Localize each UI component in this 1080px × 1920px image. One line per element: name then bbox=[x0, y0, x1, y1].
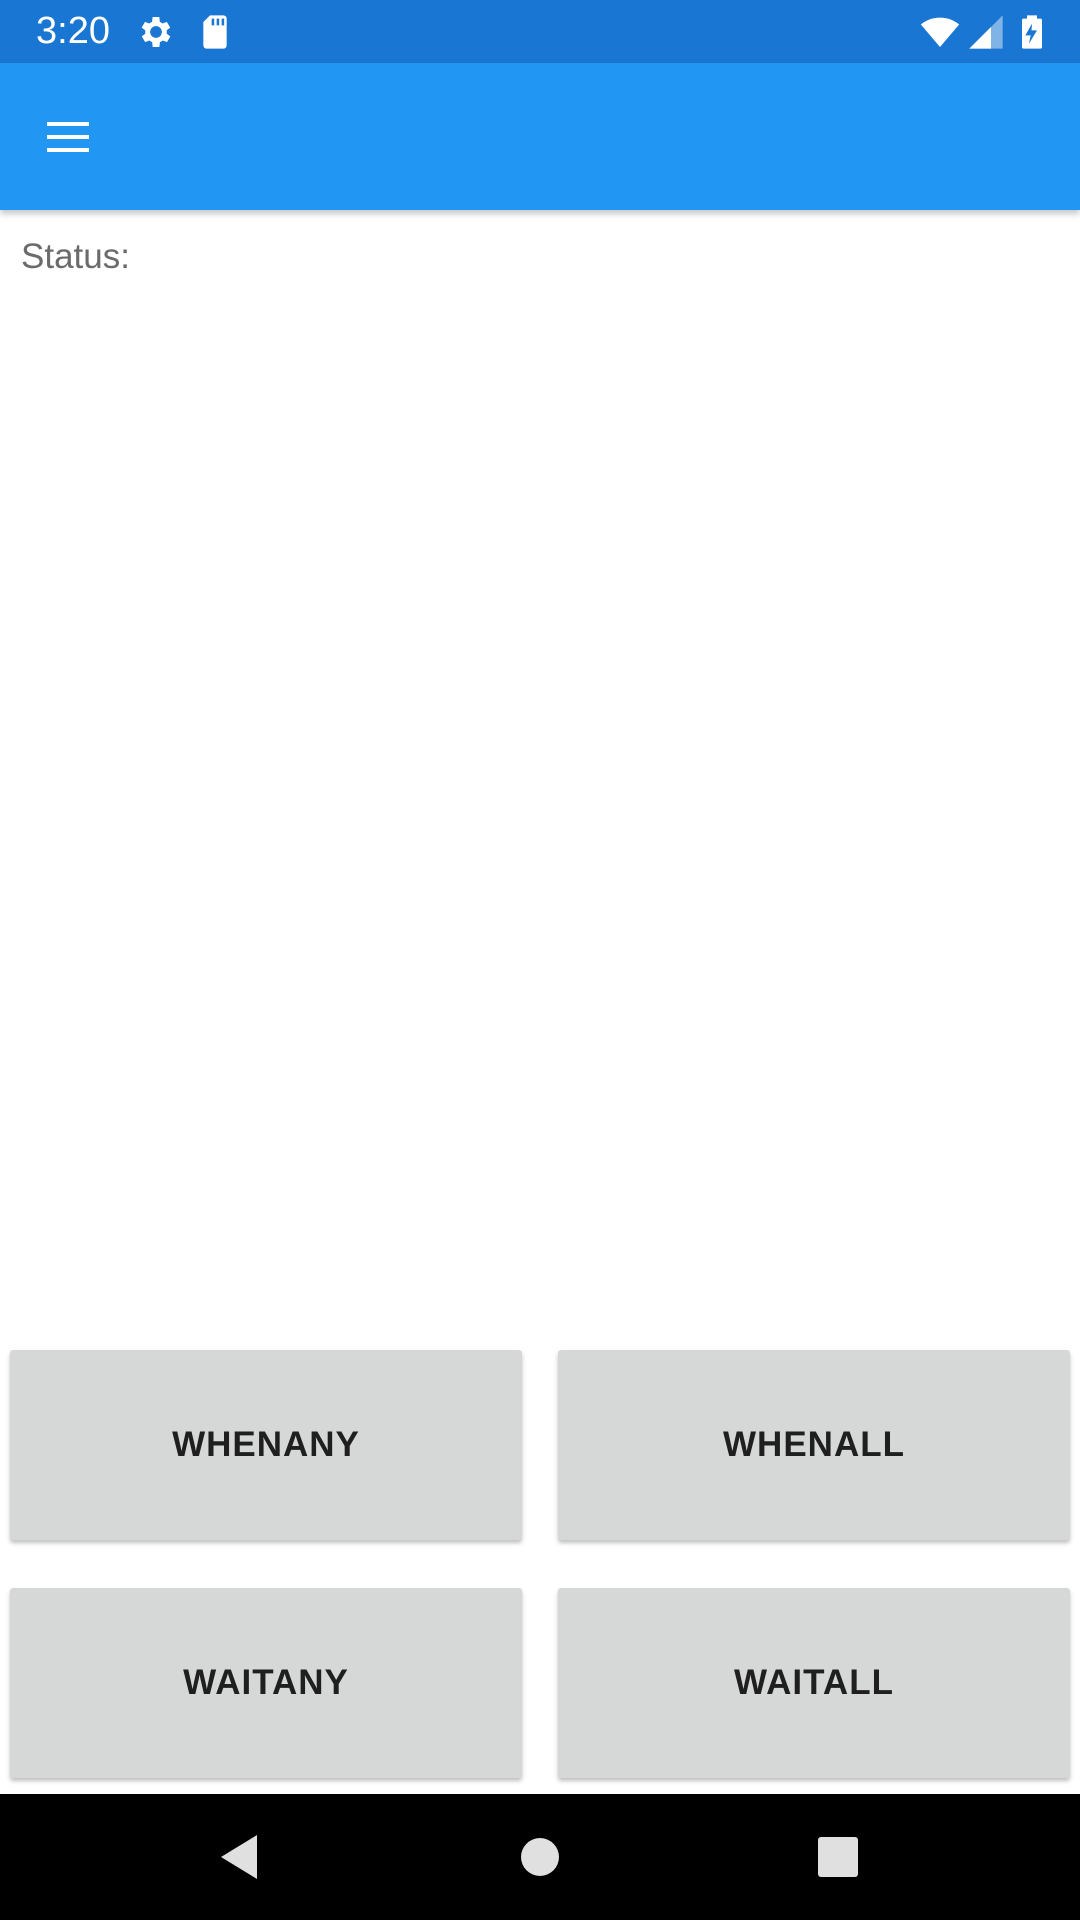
hamburger-menu-icon[interactable] bbox=[38, 107, 98, 167]
whenall-button[interactable]: WHENALL bbox=[558, 1350, 1070, 1540]
recents-icon[interactable] bbox=[808, 1827, 868, 1887]
sd-card-icon bbox=[195, 12, 235, 52]
whenany-button[interactable]: WHENANY bbox=[10, 1350, 522, 1540]
home-icon[interactable] bbox=[510, 1827, 570, 1887]
back-icon[interactable] bbox=[209, 1827, 269, 1887]
status-time: 3:20 bbox=[36, 10, 110, 52]
screen: 3:20 Status: WHENANY WHENALL WAITANY WAI… bbox=[0, 0, 1080, 1920]
status-bar: 3:20 bbox=[0, 0, 1080, 63]
cell-signal-icon bbox=[966, 12, 1006, 52]
settings-gear-icon bbox=[136, 12, 176, 52]
status-label: Status: bbox=[21, 237, 130, 276]
waitany-button[interactable]: WAITANY bbox=[10, 1588, 522, 1778]
battery-charging-icon bbox=[1012, 12, 1052, 52]
waitall-button[interactable]: WAITALL bbox=[558, 1588, 1070, 1778]
app-bar bbox=[0, 63, 1080, 210]
navigation-bar bbox=[0, 1794, 1080, 1920]
wifi-icon bbox=[920, 12, 960, 52]
